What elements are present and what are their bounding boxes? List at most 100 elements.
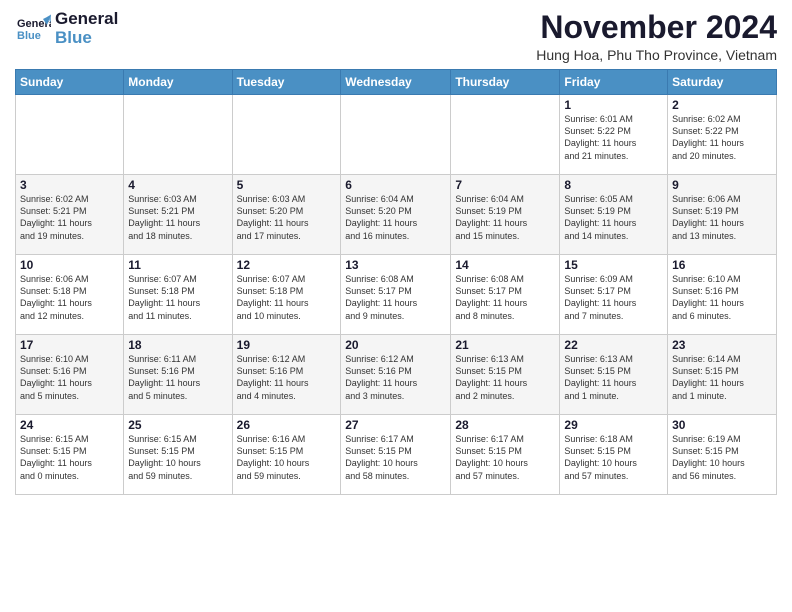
day-number: 4 <box>128 178 227 192</box>
day-number: 29 <box>564 418 663 432</box>
calendar-cell: 17Sunrise: 6:10 AM Sunset: 5:16 PM Dayli… <box>16 335 124 415</box>
day-info: Sunrise: 6:17 AM Sunset: 5:15 PM Dayligh… <box>345 433 446 482</box>
calendar-cell: 20Sunrise: 6:12 AM Sunset: 5:16 PM Dayli… <box>341 335 451 415</box>
day-info: Sunrise: 6:12 AM Sunset: 5:16 PM Dayligh… <box>345 353 446 402</box>
svg-text:Blue: Blue <box>17 30 41 42</box>
calendar-cell: 5Sunrise: 6:03 AM Sunset: 5:20 PM Daylig… <box>232 175 341 255</box>
calendar-cell: 23Sunrise: 6:14 AM Sunset: 5:15 PM Dayli… <box>668 335 777 415</box>
day-number: 2 <box>672 98 772 112</box>
calendar-cell: 13Sunrise: 6:08 AM Sunset: 5:17 PM Dayli… <box>341 255 451 335</box>
day-number: 21 <box>455 338 555 352</box>
calendar-cell: 12Sunrise: 6:07 AM Sunset: 5:18 PM Dayli… <box>232 255 341 335</box>
calendar-cell: 11Sunrise: 6:07 AM Sunset: 5:18 PM Dayli… <box>124 255 232 335</box>
calendar-cell: 7Sunrise: 6:04 AM Sunset: 5:19 PM Daylig… <box>451 175 560 255</box>
day-number: 6 <box>345 178 446 192</box>
day-number: 20 <box>345 338 446 352</box>
day-number: 16 <box>672 258 772 272</box>
logo-icon: General Blue <box>15 11 51 47</box>
day-number: 24 <box>20 418 119 432</box>
day-info: Sunrise: 6:09 AM Sunset: 5:17 PM Dayligh… <box>564 273 663 322</box>
day-number: 13 <box>345 258 446 272</box>
calendar: Sunday Monday Tuesday Wednesday Thursday… <box>15 69 777 495</box>
calendar-cell <box>16 95 124 175</box>
day-info: Sunrise: 6:16 AM Sunset: 5:15 PM Dayligh… <box>237 433 337 482</box>
day-info: Sunrise: 6:10 AM Sunset: 5:16 PM Dayligh… <box>672 273 772 322</box>
day-info: Sunrise: 6:19 AM Sunset: 5:15 PM Dayligh… <box>672 433 772 482</box>
day-info: Sunrise: 6:02 AM Sunset: 5:22 PM Dayligh… <box>672 113 772 162</box>
calendar-cell: 24Sunrise: 6:15 AM Sunset: 5:15 PM Dayli… <box>16 415 124 495</box>
day-info: Sunrise: 6:04 AM Sunset: 5:19 PM Dayligh… <box>455 193 555 242</box>
calendar-cell: 1Sunrise: 6:01 AM Sunset: 5:22 PM Daylig… <box>560 95 668 175</box>
day-info: Sunrise: 6:06 AM Sunset: 5:18 PM Dayligh… <box>20 273 119 322</box>
calendar-week-1: 1Sunrise: 6:01 AM Sunset: 5:22 PM Daylig… <box>16 95 777 175</box>
day-info: Sunrise: 6:05 AM Sunset: 5:19 PM Dayligh… <box>564 193 663 242</box>
col-thursday: Thursday <box>451 70 560 95</box>
calendar-cell: 3Sunrise: 6:02 AM Sunset: 5:21 PM Daylig… <box>16 175 124 255</box>
day-number: 17 <box>20 338 119 352</box>
day-info: Sunrise: 6:08 AM Sunset: 5:17 PM Dayligh… <box>455 273 555 322</box>
month-title: November 2024 <box>536 10 777 45</box>
calendar-cell <box>341 95 451 175</box>
calendar-cell <box>232 95 341 175</box>
day-info: Sunrise: 6:08 AM Sunset: 5:17 PM Dayligh… <box>345 273 446 322</box>
calendar-cell: 19Sunrise: 6:12 AM Sunset: 5:16 PM Dayli… <box>232 335 341 415</box>
day-number: 10 <box>20 258 119 272</box>
day-number: 27 <box>345 418 446 432</box>
day-info: Sunrise: 6:17 AM Sunset: 5:15 PM Dayligh… <box>455 433 555 482</box>
calendar-cell: 22Sunrise: 6:13 AM Sunset: 5:15 PM Dayli… <box>560 335 668 415</box>
col-wednesday: Wednesday <box>341 70 451 95</box>
calendar-cell: 25Sunrise: 6:15 AM Sunset: 5:15 PM Dayli… <box>124 415 232 495</box>
location: Hung Hoa, Phu Tho Province, Vietnam <box>536 47 777 63</box>
day-number: 26 <box>237 418 337 432</box>
col-monday: Monday <box>124 70 232 95</box>
day-info: Sunrise: 6:12 AM Sunset: 5:16 PM Dayligh… <box>237 353 337 402</box>
calendar-cell: 2Sunrise: 6:02 AM Sunset: 5:22 PM Daylig… <box>668 95 777 175</box>
calendar-cell: 14Sunrise: 6:08 AM Sunset: 5:17 PM Dayli… <box>451 255 560 335</box>
day-number: 3 <box>20 178 119 192</box>
day-info: Sunrise: 6:15 AM Sunset: 5:15 PM Dayligh… <box>20 433 119 482</box>
header: General Blue General Blue November 2024 … <box>15 10 777 63</box>
calendar-cell: 6Sunrise: 6:04 AM Sunset: 5:20 PM Daylig… <box>341 175 451 255</box>
logo: General Blue General Blue <box>15 10 118 47</box>
calendar-cell: 10Sunrise: 6:06 AM Sunset: 5:18 PM Dayli… <box>16 255 124 335</box>
calendar-cell: 27Sunrise: 6:17 AM Sunset: 5:15 PM Dayli… <box>341 415 451 495</box>
calendar-cell: 26Sunrise: 6:16 AM Sunset: 5:15 PM Dayli… <box>232 415 341 495</box>
day-number: 22 <box>564 338 663 352</box>
calendar-cell: 15Sunrise: 6:09 AM Sunset: 5:17 PM Dayli… <box>560 255 668 335</box>
col-tuesday: Tuesday <box>232 70 341 95</box>
day-info: Sunrise: 6:03 AM Sunset: 5:21 PM Dayligh… <box>128 193 227 242</box>
day-number: 18 <box>128 338 227 352</box>
calendar-cell <box>451 95 560 175</box>
day-info: Sunrise: 6:15 AM Sunset: 5:15 PM Dayligh… <box>128 433 227 482</box>
day-info: Sunrise: 6:13 AM Sunset: 5:15 PM Dayligh… <box>455 353 555 402</box>
day-number: 5 <box>237 178 337 192</box>
day-number: 9 <box>672 178 772 192</box>
calendar-cell: 4Sunrise: 6:03 AM Sunset: 5:21 PM Daylig… <box>124 175 232 255</box>
day-info: Sunrise: 6:11 AM Sunset: 5:16 PM Dayligh… <box>128 353 227 402</box>
col-friday: Friday <box>560 70 668 95</box>
calendar-week-4: 17Sunrise: 6:10 AM Sunset: 5:16 PM Dayli… <box>16 335 777 415</box>
day-number: 7 <box>455 178 555 192</box>
day-number: 28 <box>455 418 555 432</box>
day-number: 19 <box>237 338 337 352</box>
day-number: 14 <box>455 258 555 272</box>
calendar-week-2: 3Sunrise: 6:02 AM Sunset: 5:21 PM Daylig… <box>16 175 777 255</box>
page: General Blue General Blue November 2024 … <box>0 0 792 612</box>
day-info: Sunrise: 6:10 AM Sunset: 5:16 PM Dayligh… <box>20 353 119 402</box>
calendar-cell: 8Sunrise: 6:05 AM Sunset: 5:19 PM Daylig… <box>560 175 668 255</box>
day-number: 1 <box>564 98 663 112</box>
calendar-cell: 21Sunrise: 6:13 AM Sunset: 5:15 PM Dayli… <box>451 335 560 415</box>
calendar-cell: 28Sunrise: 6:17 AM Sunset: 5:15 PM Dayli… <box>451 415 560 495</box>
day-number: 12 <box>237 258 337 272</box>
calendar-week-3: 10Sunrise: 6:06 AM Sunset: 5:18 PM Dayli… <box>16 255 777 335</box>
calendar-cell <box>124 95 232 175</box>
day-info: Sunrise: 6:01 AM Sunset: 5:22 PM Dayligh… <box>564 113 663 162</box>
col-sunday: Sunday <box>16 70 124 95</box>
day-info: Sunrise: 6:14 AM Sunset: 5:15 PM Dayligh… <box>672 353 772 402</box>
calendar-cell: 9Sunrise: 6:06 AM Sunset: 5:19 PM Daylig… <box>668 175 777 255</box>
day-info: Sunrise: 6:13 AM Sunset: 5:15 PM Dayligh… <box>564 353 663 402</box>
title-block: November 2024 Hung Hoa, Phu Tho Province… <box>536 10 777 63</box>
day-info: Sunrise: 6:07 AM Sunset: 5:18 PM Dayligh… <box>128 273 227 322</box>
day-number: 15 <box>564 258 663 272</box>
calendar-cell: 16Sunrise: 6:10 AM Sunset: 5:16 PM Dayli… <box>668 255 777 335</box>
